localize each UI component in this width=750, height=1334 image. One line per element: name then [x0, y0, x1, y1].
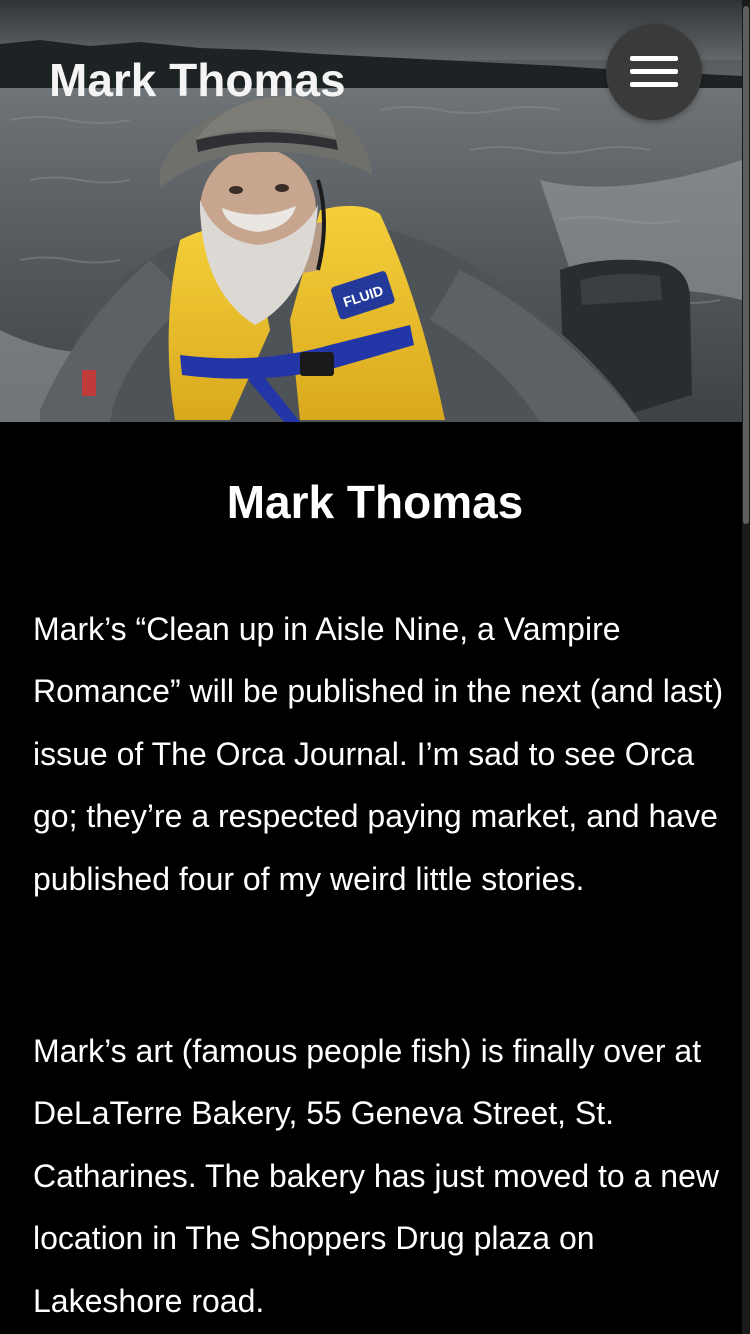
hamburger-menu-icon-bar [630, 82, 678, 87]
site-title[interactable]: Mark Thomas [49, 52, 346, 108]
hamburger-menu-button[interactable] [606, 24, 702, 120]
main-content: Mark Thomas Mark’s “Clean up in Aisle Ni… [0, 422, 742, 1334]
hero-banner: FLUID Mark Thomas [0, 0, 742, 422]
page-heading: Mark Thomas [226, 476, 524, 528]
news-paragraph-orca: Mark’s “Clean up in Aisle Nine, a Vampir… [33, 611, 724, 897]
hamburger-menu-icon-bar [630, 56, 678, 61]
hamburger-menu-icon-bar [630, 69, 678, 74]
news-paragraph-bakery: Mark’s art (famous people fish) is final… [33, 1033, 719, 1319]
page-scrollbar[interactable] [742, 0, 750, 1334]
scrollbar-thumb[interactable] [743, 6, 749, 524]
